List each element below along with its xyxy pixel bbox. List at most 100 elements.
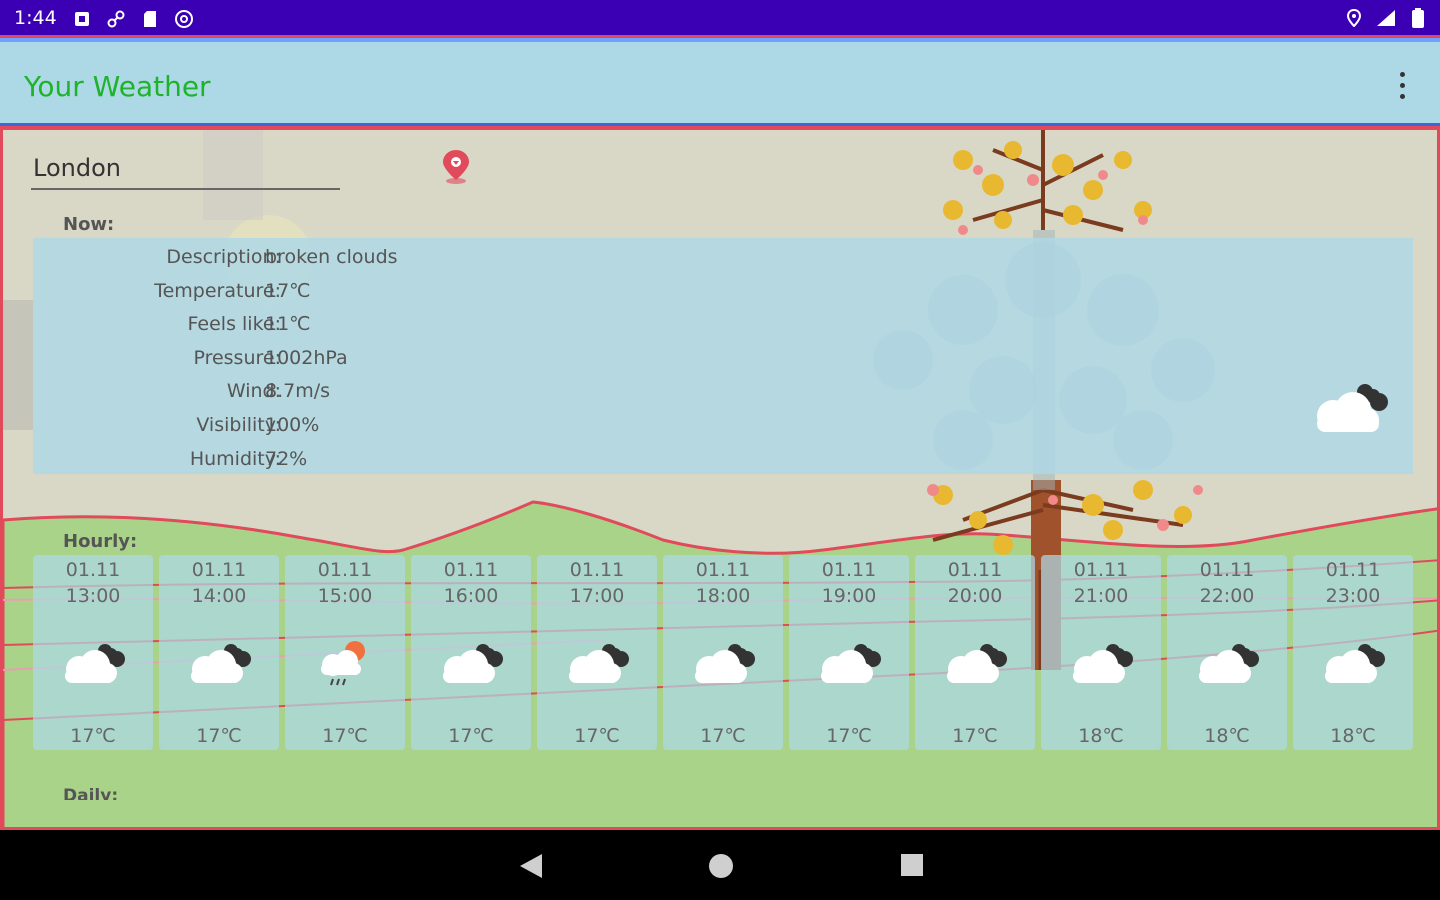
hourly-forecast-card[interactable]: 01.11 16:00 17℃ (411, 555, 531, 750)
weather-detail-row: Wind: 8.7m/s (33, 380, 633, 410)
signal-icon (1376, 8, 1396, 28)
location-pin-icon (443, 150, 469, 184)
hourly-temperature: 18℃ (1204, 725, 1250, 747)
hourly-temperature: 17℃ (70, 725, 116, 747)
hourly-time: 23:00 (1325, 585, 1381, 607)
sd-card-icon (140, 9, 160, 29)
hourly-date: 01.11 (947, 559, 1003, 581)
broken-clouds-icon (947, 644, 1007, 683)
hourly-time: 16:00 (443, 585, 499, 607)
notification-square-icon (72, 9, 92, 29)
navigation-bar (0, 830, 1440, 900)
hourly-temperature: 17℃ (952, 725, 998, 747)
hourly-forecast-card[interactable]: 01.11 14:00 17℃ (159, 555, 279, 750)
weather-detail-value: broken clouds (265, 246, 398, 268)
hourly-time: 15:00 (317, 585, 373, 607)
hourly-forecast-card[interactable]: 01.11 23:00 18℃ (1293, 555, 1413, 750)
app-title: Your Weather (24, 70, 211, 103)
hourly-temperature: 17℃ (700, 725, 746, 747)
hourly-temperature: 17℃ (322, 725, 368, 747)
weather-detail-value: 17℃ (265, 280, 311, 302)
hourly-forecast-card[interactable]: 01.11 20:00 17℃ (915, 555, 1035, 750)
hourly-temperature: 17℃ (826, 725, 872, 747)
hourly-forecast-card[interactable]: 01.11 17:00 17℃ (537, 555, 657, 750)
city-search-input[interactable] (31, 148, 340, 190)
overflow-dot-icon (1399, 72, 1405, 77)
weather-detail-row: Visibility: 100% (33, 414, 633, 444)
broken-clouds-icon (1317, 384, 1388, 432)
hourly-forecast-card[interactable]: 01.11 21:00 18℃ (1041, 555, 1161, 750)
broken-clouds-icon (1199, 644, 1259, 683)
hourly-time: 17:00 (569, 585, 625, 607)
recents-square-icon (901, 854, 923, 876)
hourly-temperature: 17℃ (574, 725, 620, 747)
sun-rain-cloud-icon (321, 641, 365, 686)
weather-detail-value: 11℃ (265, 313, 311, 335)
broken-clouds-icon (569, 644, 629, 683)
hourly-forecast-card[interactable]: 01.11 18:00 17℃ (663, 555, 783, 750)
home-button[interactable] (708, 853, 734, 883)
weather-detail-value: 1002hPa (265, 347, 348, 369)
status-time: 1:44 (14, 7, 57, 29)
hourly-date: 01.11 (821, 559, 877, 581)
overflow-menu-button[interactable] (1396, 72, 1408, 102)
location-pin-button[interactable] (437, 148, 475, 186)
back-button[interactable] (518, 852, 544, 884)
hourly-time: 19:00 (821, 585, 877, 607)
hourly-forecast-list[interactable]: 01.11 13:00 17℃ 01.11 14:00 17℃ 01.11 15:00 17℃ 0… (33, 555, 1415, 750)
at-sign-icon (174, 9, 194, 29)
notification-icons (72, 9, 194, 29)
overflow-dot-icon (1399, 94, 1405, 99)
broken-clouds-icon (443, 644, 503, 683)
now-section-label: Now: (63, 214, 115, 235)
hourly-date: 01.11 (1325, 559, 1381, 581)
hourly-forecast-card[interactable]: 01.11 19:00 17℃ (789, 555, 909, 750)
hourly-date: 01.11 (443, 559, 499, 581)
hourly-time: 18:00 (695, 585, 751, 607)
location-icon (1344, 8, 1364, 28)
notification-link-icon (106, 9, 126, 29)
hourly-date: 01.11 (1199, 559, 1255, 581)
current-weather-panel: Description: broken clouds Temperature: 17℃… (33, 238, 1413, 474)
broken-clouds-icon (695, 644, 755, 683)
daily-section-label: Daily: (63, 786, 119, 800)
hourly-forecast-card[interactable]: 01.11 22:00 18℃ (1167, 555, 1287, 750)
weather-detail-label: Temperature: (154, 280, 281, 302)
hourly-temperature: 18℃ (1078, 725, 1124, 747)
hourly-time: 13:00 (65, 585, 121, 607)
back-triangle-icon (520, 854, 542, 878)
hourly-section-label: Hourly: (63, 531, 138, 552)
hourly-temperature: 17℃ (196, 725, 242, 747)
hourly-temperature: 17℃ (448, 725, 494, 747)
weather-detail-value: 100% (265, 414, 320, 436)
weather-detail-value: 8.7m/s (265, 380, 331, 402)
hourly-date: 01.11 (695, 559, 751, 581)
hourly-time: 22:00 (1199, 585, 1255, 607)
weather-detail-row: Temperature: 17℃ (33, 280, 633, 310)
weather-content[interactable]: Now: Description:broken clouds Temperatur… (0, 130, 1440, 830)
weather-detail-row: Humidity: 72% (33, 448, 633, 478)
broken-clouds-icon (191, 644, 251, 683)
weather-detail-label: Description: (166, 246, 281, 268)
broken-clouds-icon (1073, 644, 1133, 683)
hourly-time: 20:00 (947, 585, 1003, 607)
status-bar: 1:44 (0, 0, 1440, 38)
hourly-temperature: 18℃ (1330, 725, 1376, 747)
weather-detail-row: Feels like: 11℃ (33, 313, 633, 343)
hourly-date: 01.11 (569, 559, 625, 581)
hourly-forecast-card[interactable]: 01.11 15:00 17℃ (285, 555, 405, 750)
broken-clouds-icon (1325, 644, 1385, 683)
hourly-forecast-card[interactable]: 01.11 13:00 17℃ (33, 555, 153, 750)
hourly-date: 01.11 (317, 559, 373, 581)
hourly-time: 14:00 (191, 585, 247, 607)
system-icons (1344, 8, 1428, 28)
weather-detail-row: Description: broken clouds (33, 246, 633, 276)
broken-clouds-icon (821, 644, 881, 683)
recents-button[interactable] (900, 853, 924, 881)
home-circle-icon (709, 854, 733, 878)
app-bar: Your Weather (0, 38, 1440, 130)
weather-detail-row: Pressure: 1002hPa (33, 347, 633, 377)
weather-detail-value: 72% (265, 448, 308, 470)
hourly-time: 21:00 (1073, 585, 1129, 607)
battery-icon (1408, 8, 1428, 28)
